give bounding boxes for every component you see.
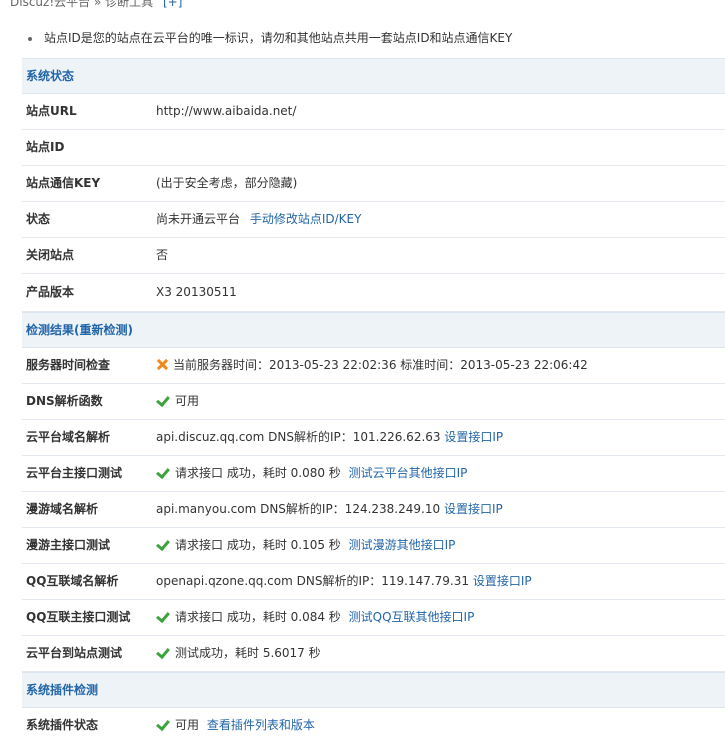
section-check-results: 检测结果(重新检测) [22,312,725,348]
row-status: 状态 尚未开通云平台 手动修改站点ID/KEY [22,202,725,238]
edit-site-id-key-link[interactable]: 手动修改站点ID/KEY [250,212,362,226]
breadcrumb-diagnostics: 诊断工具 [105,0,154,9]
manyou-api-text: 请求接口 成功，耗时 0.105 秒 [175,538,341,552]
row-label: 系统插件状态 [26,718,99,732]
breadcrumb-cloud[interactable]: Discuz!云平台 [10,0,90,9]
notice-body: 站点ID是您的站点在云平台的唯一标识，请勿和其他站点共用一套站点ID和站点通信K… [44,31,513,45]
row-cloud-site: 云平台到站点测试 测试成功，耗时 5.6017 秒 [22,636,725,672]
row-site-key: 站点通信KEY (出于安全考虑，部分隐藏) [22,166,725,202]
section-plugin-check: 系统插件检测 [22,672,725,708]
check-icon [156,538,170,550]
check-icon [156,718,170,730]
qq-api-text: 请求接口 成功，耗时 0.084 秒 [175,610,341,624]
row-dns-function: DNS解析函数 可用 [22,384,725,420]
row-qq-dns: QQ互联域名解析 openapi.qzone.qq.com DNS解析的IP：1… [22,564,725,600]
check-icon [156,646,170,658]
cloud-site-text: 测试成功，耗时 5.6017 秒 [175,646,321,660]
row-label: 云平台主接口测试 [26,466,123,480]
diagnostics-table: 系统状态 站点URL http://www.aibaida.net/ 站点ID … [22,58,725,743]
cloud-api-text: 请求接口 成功，耗时 0.080 秒 [175,466,341,480]
dns-function-text: 可用 [175,394,200,408]
bullet-icon [28,36,32,41]
cloud-api-value: 请求接口 成功，耗时 0.080 秒 测试云平台其他接口IP [156,456,467,491]
time-check-value: 当前服务器时间：2013-05-23 22:02:36 标准时间：2013-05… [156,348,588,383]
status-value: 尚未开通云平台 手动修改站点ID/KEY [156,202,361,237]
breadcrumb: Discuz!云平台 » 诊断工具 [+] [10,0,182,10]
row-qq-api: QQ互联主接口测试 请求接口 成功，耗时 0.084 秒 测试QQ互联其他接口I… [22,600,725,636]
plugin-status-value: 可用 查看插件列表和版本 [156,708,315,743]
row-label: DNS解析函数 [26,394,103,408]
test-manyou-other-ip-link[interactable]: 测试漫游其他接口IP [349,538,456,552]
dns-function-value: 可用 [156,384,199,419]
qq-dns-value: openapi.qzone.qq.com DNS解析的IP：119.147.79… [156,564,532,599]
row-label: 服务器时间检查 [26,358,111,372]
set-manyou-ip-link[interactable]: 设置接口IP [444,502,503,516]
row-version: 产品版本 X3 20130511 [22,274,725,312]
set-cloud-ip-link[interactable]: 设置接口IP [444,430,503,444]
recheck-link[interactable]: 检测结果(重新检测) [26,313,133,347]
test-cloud-other-ip-link[interactable]: 测试云平台其他接口IP [349,466,468,480]
row-label: 漫游主接口测试 [26,538,111,552]
manyou-api-value: 请求接口 成功，耗时 0.105 秒 测试漫游其他接口IP [156,528,455,563]
check-icon [156,466,170,478]
row-label: QQ互联域名解析 [26,574,119,588]
row-label: 站点URL [26,104,77,118]
test-qq-other-ip-link[interactable]: 测试QQ互联其他接口IP [349,610,475,624]
row-manyou-dns: 漫游域名解析 api.manyou.com DNS解析的IP：124.238.2… [22,492,725,528]
qq-api-value: 请求接口 成功，耗时 0.084 秒 测试QQ互联其他接口IP [156,600,474,635]
row-site-closed: 关闭站点 否 [22,238,725,274]
row-label: 站点ID [26,140,65,154]
view-plugin-list-link[interactable]: 查看插件列表和版本 [207,718,315,732]
section-title: 系统插件检测 [26,683,99,697]
section-system-status: 系统状态 [22,58,725,94]
row-cloud-api: 云平台主接口测试 请求接口 成功，耗时 0.080 秒 测试云平台其他接口IP [22,456,725,492]
breadcrumb-separator: » [93,0,102,9]
qq-dns-text: openapi.qzone.qq.com DNS解析的IP：119.147.79… [156,574,470,588]
row-label: 云平台域名解析 [26,430,111,444]
row-label: QQ互联主接口测试 [26,610,131,624]
row-label: 云平台到站点测试 [26,646,123,660]
plugin-status-text: 可用 [175,718,200,732]
row-label: 关闭站点 [26,248,75,262]
row-site-url: 站点URL http://www.aibaida.net/ [22,94,725,130]
site-closed-value: 否 [156,248,169,262]
row-label: 状态 [26,212,51,226]
row-label: 站点通信KEY [26,176,101,190]
status-text: 尚未开通云平台 [156,212,241,226]
row-cloud-dns: 云平台域名解析 api.discuz.qq.com DNS解析的IP：101.2… [22,420,725,456]
row-label: 漫游域名解析 [26,502,99,516]
manyou-dns-text: api.manyou.com DNS解析的IP：124.238.249.10 [156,502,441,516]
site-url-value: http://www.aibaida.net/ [156,104,297,118]
row-time-check: 服务器时间检查 当前服务器时间：2013-05-23 22:02:36 标准时间… [22,348,725,384]
row-site-id: 站点ID [22,130,725,166]
row-manyou-api: 漫游主接口测试 请求接口 成功，耗时 0.105 秒 测试漫游其他接口IP [22,528,725,564]
manyou-dns-value: api.manyou.com DNS解析的IP：124.238.249.10 设… [156,492,503,527]
cloud-dns-text: api.discuz.qq.com DNS解析的IP：101.226.62.63 [156,430,441,444]
cloud-dns-value: api.discuz.qq.com DNS解析的IP：101.226.62.63… [156,420,503,455]
time-check-text: 当前服务器时间：2013-05-23 22:02:36 标准时间：2013-05… [173,358,588,372]
set-qq-ip-link[interactable]: 设置接口IP [473,574,532,588]
cloud-site-value: 测试成功，耗时 5.6017 秒 [156,636,321,671]
check-icon [156,610,170,622]
check-icon [156,394,170,406]
site-key-value: (出于安全考虑，部分隐藏) [156,176,298,190]
expand-menu-link[interactable]: [+] [163,0,182,9]
notice-text: 站点ID是您的站点在云平台的唯一标识，请勿和其他站点共用一套站点ID和站点通信K… [28,29,512,47]
version-value: X3 20130511 [156,285,237,299]
row-plugin-status: 系统插件状态 可用 查看插件列表和版本 [22,708,725,743]
row-label: 产品版本 [26,285,75,299]
error-icon [156,358,169,371]
section-title: 系统状态 [26,69,75,83]
